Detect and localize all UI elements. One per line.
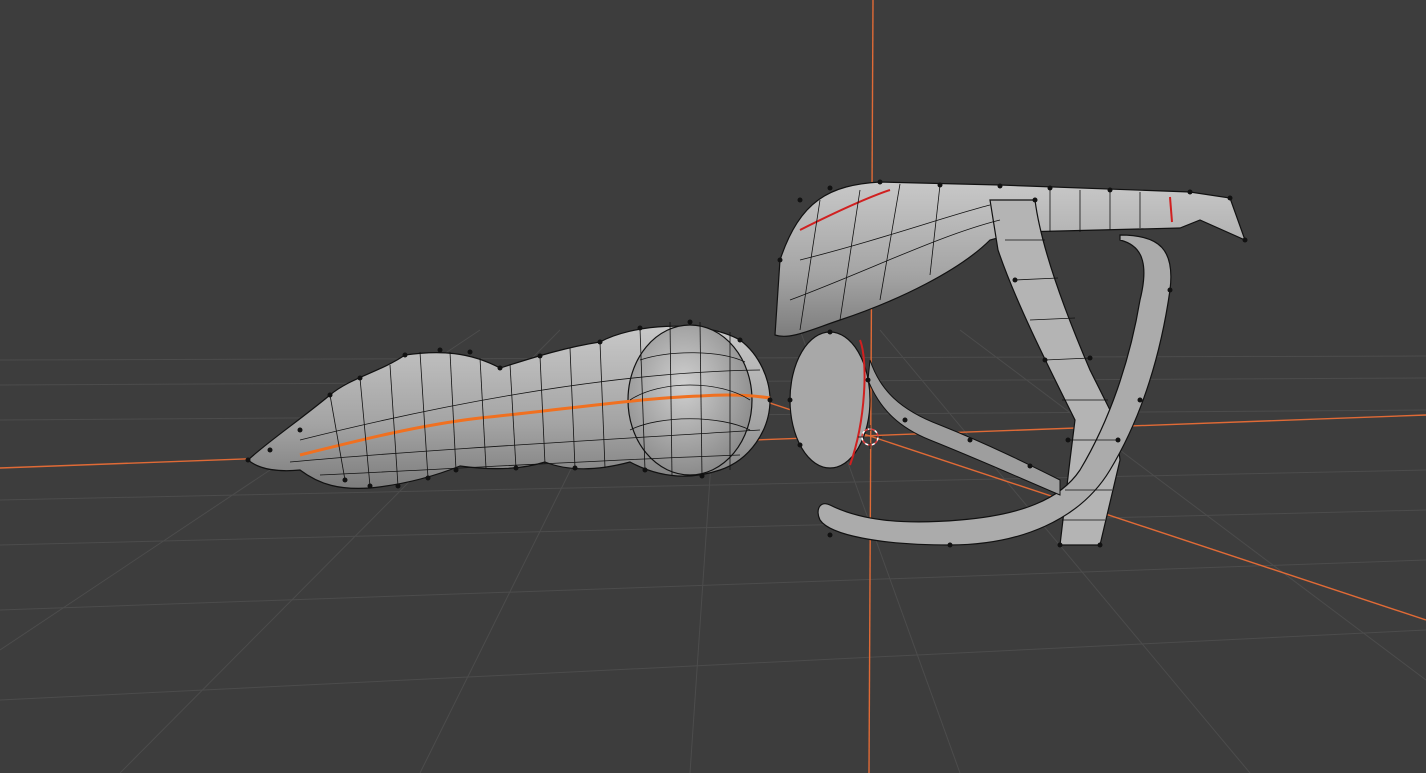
3d-viewport[interactable] bbox=[0, 0, 1426, 773]
mesh-object[interactable] bbox=[245, 179, 1248, 548]
viewport-canvas[interactable] bbox=[0, 0, 1426, 773]
mesh-disc bbox=[789, 331, 871, 469]
